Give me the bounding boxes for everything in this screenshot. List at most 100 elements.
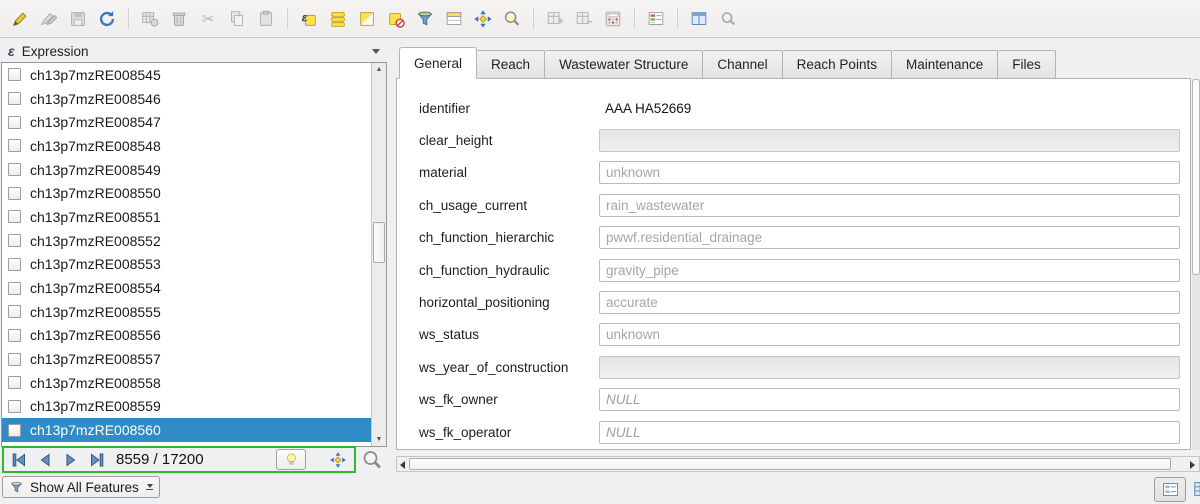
feature-checkbox[interactable] — [8, 234, 21, 247]
show-all-features-button[interactable]: Show All Features — [2, 476, 160, 498]
save-edits-button[interactable] — [67, 8, 89, 30]
copy-button[interactable] — [226, 8, 248, 30]
feature-list-item-selected[interactable]: ch13p7mzRE008560 — [2, 418, 371, 442]
field-input-material[interactable]: unknown — [599, 161, 1180, 184]
filter-select-button[interactable] — [414, 8, 436, 30]
expression-label: Expression — [22, 44, 89, 59]
scrollbar-thumb[interactable] — [409, 458, 1171, 470]
scroll-up-icon[interactable]: ▲ — [372, 63, 386, 76]
feature-checkbox[interactable] — [8, 210, 21, 223]
field-input-horizontal-positioning[interactable]: accurate — [599, 291, 1180, 314]
feature-checkbox[interactable] — [8, 258, 21, 271]
scrollbar-thumb[interactable] — [1192, 79, 1200, 275]
feature-checkbox[interactable] — [8, 376, 21, 389]
auto-pan-button[interactable] — [327, 449, 348, 470]
pan-arrows-icon — [329, 451, 347, 469]
add-feature-button[interactable] — [139, 8, 161, 30]
feature-list-item[interactable]: ch13p7mzRE008552 — [2, 229, 371, 253]
form-vertical-scrollbar[interactable] — [1192, 79, 1200, 450]
multiedit-button[interactable] — [38, 8, 60, 30]
pencil-icon — [10, 9, 30, 29]
feature-list-item[interactable]: ch13p7mzRE008559 — [2, 395, 371, 419]
toggle-editing-button[interactable] — [9, 8, 31, 30]
chevron-down-icon[interactable] — [372, 49, 380, 54]
zoom-to-selection-button[interactable] — [501, 8, 523, 30]
feature-list-item[interactable]: ch13p7mzRE008549 — [2, 158, 371, 182]
feature-list-item[interactable]: ch13p7mzRE008554 — [2, 276, 371, 300]
feature-list-item[interactable]: ch13p7mzRE008555 — [2, 300, 371, 324]
tab-files[interactable]: Files — [998, 50, 1056, 79]
conditional-formatting-button[interactable] — [645, 8, 667, 30]
paste-button[interactable] — [255, 8, 277, 30]
field-label-ws-status: ws_status — [419, 327, 599, 342]
feature-checkbox[interactable] — [8, 329, 21, 342]
feature-checkbox[interactable] — [8, 116, 21, 129]
display-expression-bar[interactable]: ε Expression — [8, 41, 386, 61]
field-input-ch-usage-current[interactable]: rain_wastewater — [599, 194, 1180, 217]
first-feature-button[interactable] — [8, 450, 29, 469]
field-calculator-button[interactable] — [602, 8, 624, 30]
reload-table-button[interactable] — [96, 8, 118, 30]
last-feature-button[interactable] — [86, 450, 107, 469]
highlight-feature-button[interactable] — [276, 449, 306, 470]
delete-field-button[interactable] — [573, 8, 595, 30]
field-input-ws-fk-operator[interactable]: NULL — [599, 421, 1180, 444]
feature-list-item[interactable]: ch13p7mzRE008556 — [2, 324, 371, 348]
feature-checkbox[interactable] — [8, 400, 21, 413]
feature-list-item[interactable]: ch13p7mzRE008557 — [2, 347, 371, 371]
feature-checkbox[interactable] — [8, 187, 21, 200]
feature-id-label: ch13p7mzRE008553 — [30, 256, 161, 272]
feature-list-item[interactable]: ch13p7mzRE008558 — [2, 371, 371, 395]
expression-select-icon: ε — [299, 9, 319, 29]
feature-checkbox[interactable] — [8, 282, 21, 295]
feature-list-item[interactable]: ch13p7mzRE008546 — [2, 87, 371, 111]
feature-checkbox[interactable] — [8, 305, 21, 318]
scrollbar-thumb[interactable] — [373, 222, 385, 263]
next-feature-button[interactable] — [60, 450, 81, 469]
feature-list-item[interactable]: ch13p7mzRE008545 — [2, 63, 371, 87]
feature-checkbox[interactable] — [8, 163, 21, 176]
feature-checkbox[interactable] — [8, 353, 21, 366]
delete-field-icon — [574, 9, 594, 29]
deselect-all-button[interactable] — [385, 8, 407, 30]
feature-list-item[interactable]: ch13p7mzRE008551 — [2, 205, 371, 229]
scroll-down-icon[interactable]: ▼ — [372, 433, 386, 446]
cut-button[interactable]: ✂ — [197, 8, 219, 30]
scroll-right-icon[interactable] — [1190, 461, 1195, 469]
dock-attribute-table-button[interactable] — [688, 8, 710, 30]
feature-checkbox[interactable] — [8, 68, 21, 81]
form-horizontal-scrollbar[interactable] — [396, 456, 1200, 472]
field-input-ch-function-hydraulic[interactable]: gravity_pipe — [599, 259, 1180, 282]
table-view-toggle-button[interactable] — [1192, 479, 1200, 501]
feature-checkbox[interactable] — [8, 424, 21, 437]
feature-checkbox[interactable] — [8, 92, 21, 105]
feature-list-item[interactable]: ch13p7mzRE008550 — [2, 181, 371, 205]
pan-to-selection-button[interactable] — [472, 8, 494, 30]
feature-id-label: ch13p7mzRE008550 — [30, 185, 161, 201]
feature-list-item[interactable]: ch13p7mzRE008553 — [2, 253, 371, 277]
field-input-ch-function-hierarchic[interactable]: pwwf.residential_drainage — [599, 226, 1180, 249]
invert-selection-button[interactable] — [356, 8, 378, 30]
tab-channel[interactable]: Channel — [703, 50, 782, 79]
scroll-left-icon[interactable] — [400, 461, 405, 469]
tab-general[interactable]: General — [399, 47, 477, 79]
search-settings-button[interactable] — [717, 8, 739, 30]
feature-list-item[interactable]: ch13p7mzRE008548 — [2, 134, 371, 158]
field-input-ws-fk-owner[interactable]: NULL — [599, 388, 1180, 411]
feature-checkbox[interactable] — [8, 139, 21, 152]
feature-list-item[interactable]: ch13p7mzRE008547 — [2, 110, 371, 134]
previous-feature-button[interactable] — [34, 450, 55, 469]
move-selection-to-top-button[interactable] — [443, 8, 465, 30]
delete-selected-button[interactable] — [168, 8, 190, 30]
tab-maintenance[interactable]: Maintenance — [892, 50, 998, 79]
tab-reach-points[interactable]: Reach Points — [783, 50, 892, 79]
tab-wastewater-structure[interactable]: Wastewater Structure — [545, 50, 703, 79]
feature-list-scrollbar[interactable]: ▲ ▼ — [371, 63, 386, 446]
new-field-button[interactable] — [544, 8, 566, 30]
select-all-button[interactable] — [327, 8, 349, 30]
auto-zoom-button[interactable] — [361, 449, 383, 471]
tab-reach[interactable]: Reach — [477, 50, 545, 79]
form-view-toggle-button[interactable] — [1154, 477, 1186, 502]
select-by-expression-button[interactable]: ε — [298, 8, 320, 30]
field-input-ws-status[interactable]: unknown — [599, 323, 1180, 346]
